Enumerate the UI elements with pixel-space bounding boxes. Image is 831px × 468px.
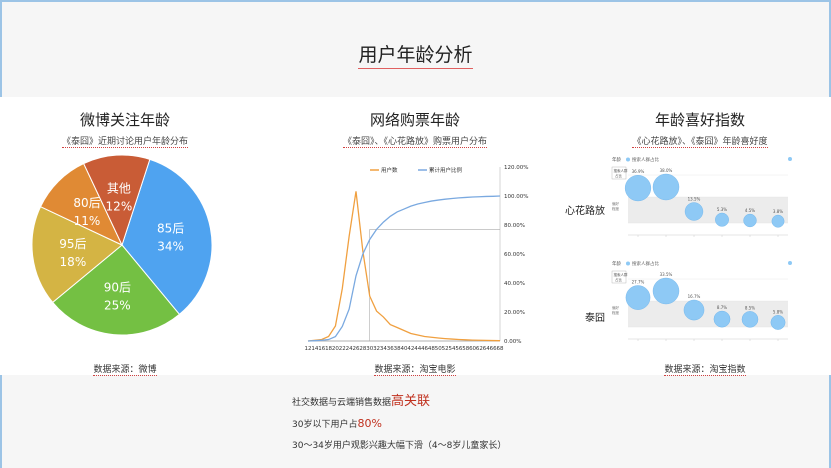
bubble-point-0 (624, 175, 652, 202)
series-line-0 (307, 191, 501, 342)
ticket-chart-subtitle: 《泰囧》、《心花路放》购票用户分布 (342, 137, 487, 148)
summary-line-3: 30～34岁用户观影兴趣大幅下滑（4～8岁儿童家长） (292, 441, 507, 451)
bubble-point-4 (743, 213, 757, 228)
bubble-point-0 (625, 285, 651, 310)
bubble-legend-dot (626, 261, 630, 266)
summary-line-2: 30岁以下用户占80% (292, 417, 382, 430)
pie-value-1: 25% (104, 298, 131, 312)
preference-chart-title: 年龄喜好指数 (654, 111, 745, 129)
pie-label-4: 其他 (107, 182, 131, 196)
line-y2-tick: 80.00% (504, 223, 525, 229)
bubble-point-3 (713, 310, 731, 328)
pie-value-4: 12% (106, 200, 133, 214)
bubble-side-label-2: 程度 (612, 206, 620, 211)
bubble-point-5 (771, 214, 785, 228)
bubble-value-1: 33.5% (660, 272, 673, 277)
charts-panel: 微博关注年龄 《泰囧》近期讨论用户年龄分布 85后 34% 90后 25% 95后 18%… (0, 97, 831, 376)
bubble-value-5: 3.8% (773, 209, 783, 214)
bubble-badge-line2: 占比 (615, 277, 623, 282)
xinhua-bubble-chart: 年龄 搜索人群占比搜索人群占比偏好程度36.9% 38.0%13.5%5.3% 4.5… (611, 156, 792, 237)
ticket-line-chart: 0.00% 20.00% 40.00% 60.00% 80.00% 100.00% 120.… (305, 165, 529, 352)
bubble-help-icon[interactable] (788, 261, 792, 265)
bubble-value-3: 5.3% (717, 207, 727, 212)
bubble-value-0: 27.7% (632, 279, 645, 284)
bubble-legend-label: 搜索人群占比 (632, 156, 659, 163)
bubble-value-3: 8.7% (717, 305, 727, 310)
bubble-legend-dot (626, 157, 630, 162)
pie-label-0: 85后 (157, 222, 184, 236)
ticket-chart-title: 网络购票年龄 (369, 111, 460, 129)
bubble-point-5 (770, 315, 786, 330)
pie-label-1: 90后 (104, 280, 131, 294)
line-y2-tick: 100.00% (504, 194, 528, 200)
bubble-badge-line1: 搜索人群 (614, 272, 628, 277)
bubble-value-0: 36.9% (632, 169, 645, 174)
bubble-value-4: 4.5% (745, 208, 755, 213)
bubble-point-1 (652, 173, 680, 201)
weibo-pie-chart: 85后 34% 90后 25% 95后 18% 80后 11% 其他 12% (31, 154, 213, 336)
bubble-header: 年龄 (612, 156, 621, 163)
ticket-source: 数据来源：淘宝电影 (374, 365, 456, 376)
line-y2-tick: 20.00% (504, 310, 525, 316)
bubble-header: 年龄 (612, 260, 621, 267)
pie-label-2: 95后 (59, 237, 86, 251)
bubble-side-label-2: 程度 (612, 310, 620, 315)
line-y2-tick: 0.00% (504, 339, 521, 345)
legend-label-0: 用户数 (381, 166, 398, 174)
legend-label-1: 累计用户比例 (429, 166, 463, 174)
bubble-legend-label: 搜索人群占比 (632, 260, 659, 267)
weibo-source: 数据来源：微博 (93, 365, 157, 376)
pie-label-3: 80后 (73, 196, 100, 210)
bubble-help-icon[interactable] (788, 157, 792, 161)
taijiong-bubble-chart: 年龄 搜索人群占比搜索人群占比偏好程度27.7%33.5%16.7%8.7% 8.5… (611, 260, 792, 341)
bubble-band (628, 301, 788, 327)
bubble-value-4: 8.5% (745, 305, 755, 310)
line-y2-tick: 40.00% (504, 281, 525, 287)
window-top-border (0, 0, 831, 2)
preference-chart-subtitle: 《心花路放》、《泰囧》年龄喜好度 (632, 137, 768, 148)
bubble-point-2 (684, 202, 704, 221)
bubble-point-2 (683, 299, 705, 321)
bubble-point-3 (715, 212, 729, 227)
line-y2-tick: 120.00% (504, 165, 528, 171)
page-title: 用户年龄分析 (0, 40, 831, 69)
pie-value-3: 11% (74, 214, 101, 228)
bubble-badge-line2: 占比 (615, 173, 623, 178)
bubble-point-4 (741, 311, 759, 328)
weibo-chart-title: 微博关注年龄 (79, 111, 170, 129)
preference-source: 数据来源：淘宝指数 (664, 365, 746, 376)
line-y2-tick: 60.00% (504, 252, 525, 258)
bubble-band (628, 197, 788, 223)
xinhua-chart-label: 心花路放 (565, 206, 605, 217)
bubble-value-2: 13.5% (688, 197, 701, 202)
bubble-side-label-1: 偏好 (612, 305, 620, 310)
bubble-value-5: 5.8% (773, 309, 783, 314)
weibo-chart-subtitle: 《泰囧》近期讨论用户年龄分布 (61, 137, 188, 148)
bubble-value-2: 16.7% (688, 294, 701, 299)
pie-value-0: 34% (157, 240, 184, 254)
summary-line-1: 社交数据与云端销售数据高关联 (292, 394, 431, 409)
bubble-badge-line1: 搜索人群 (614, 168, 628, 173)
line-x-tick: 68 (497, 346, 504, 352)
bubble-side-label-1: 偏好 (612, 201, 620, 206)
taijiong-chart-label: 泰囧 (585, 313, 605, 324)
pie-value-2: 18% (60, 255, 87, 269)
bubble-point-1 (652, 277, 680, 305)
bubble-value-1: 38.0% (660, 168, 673, 173)
